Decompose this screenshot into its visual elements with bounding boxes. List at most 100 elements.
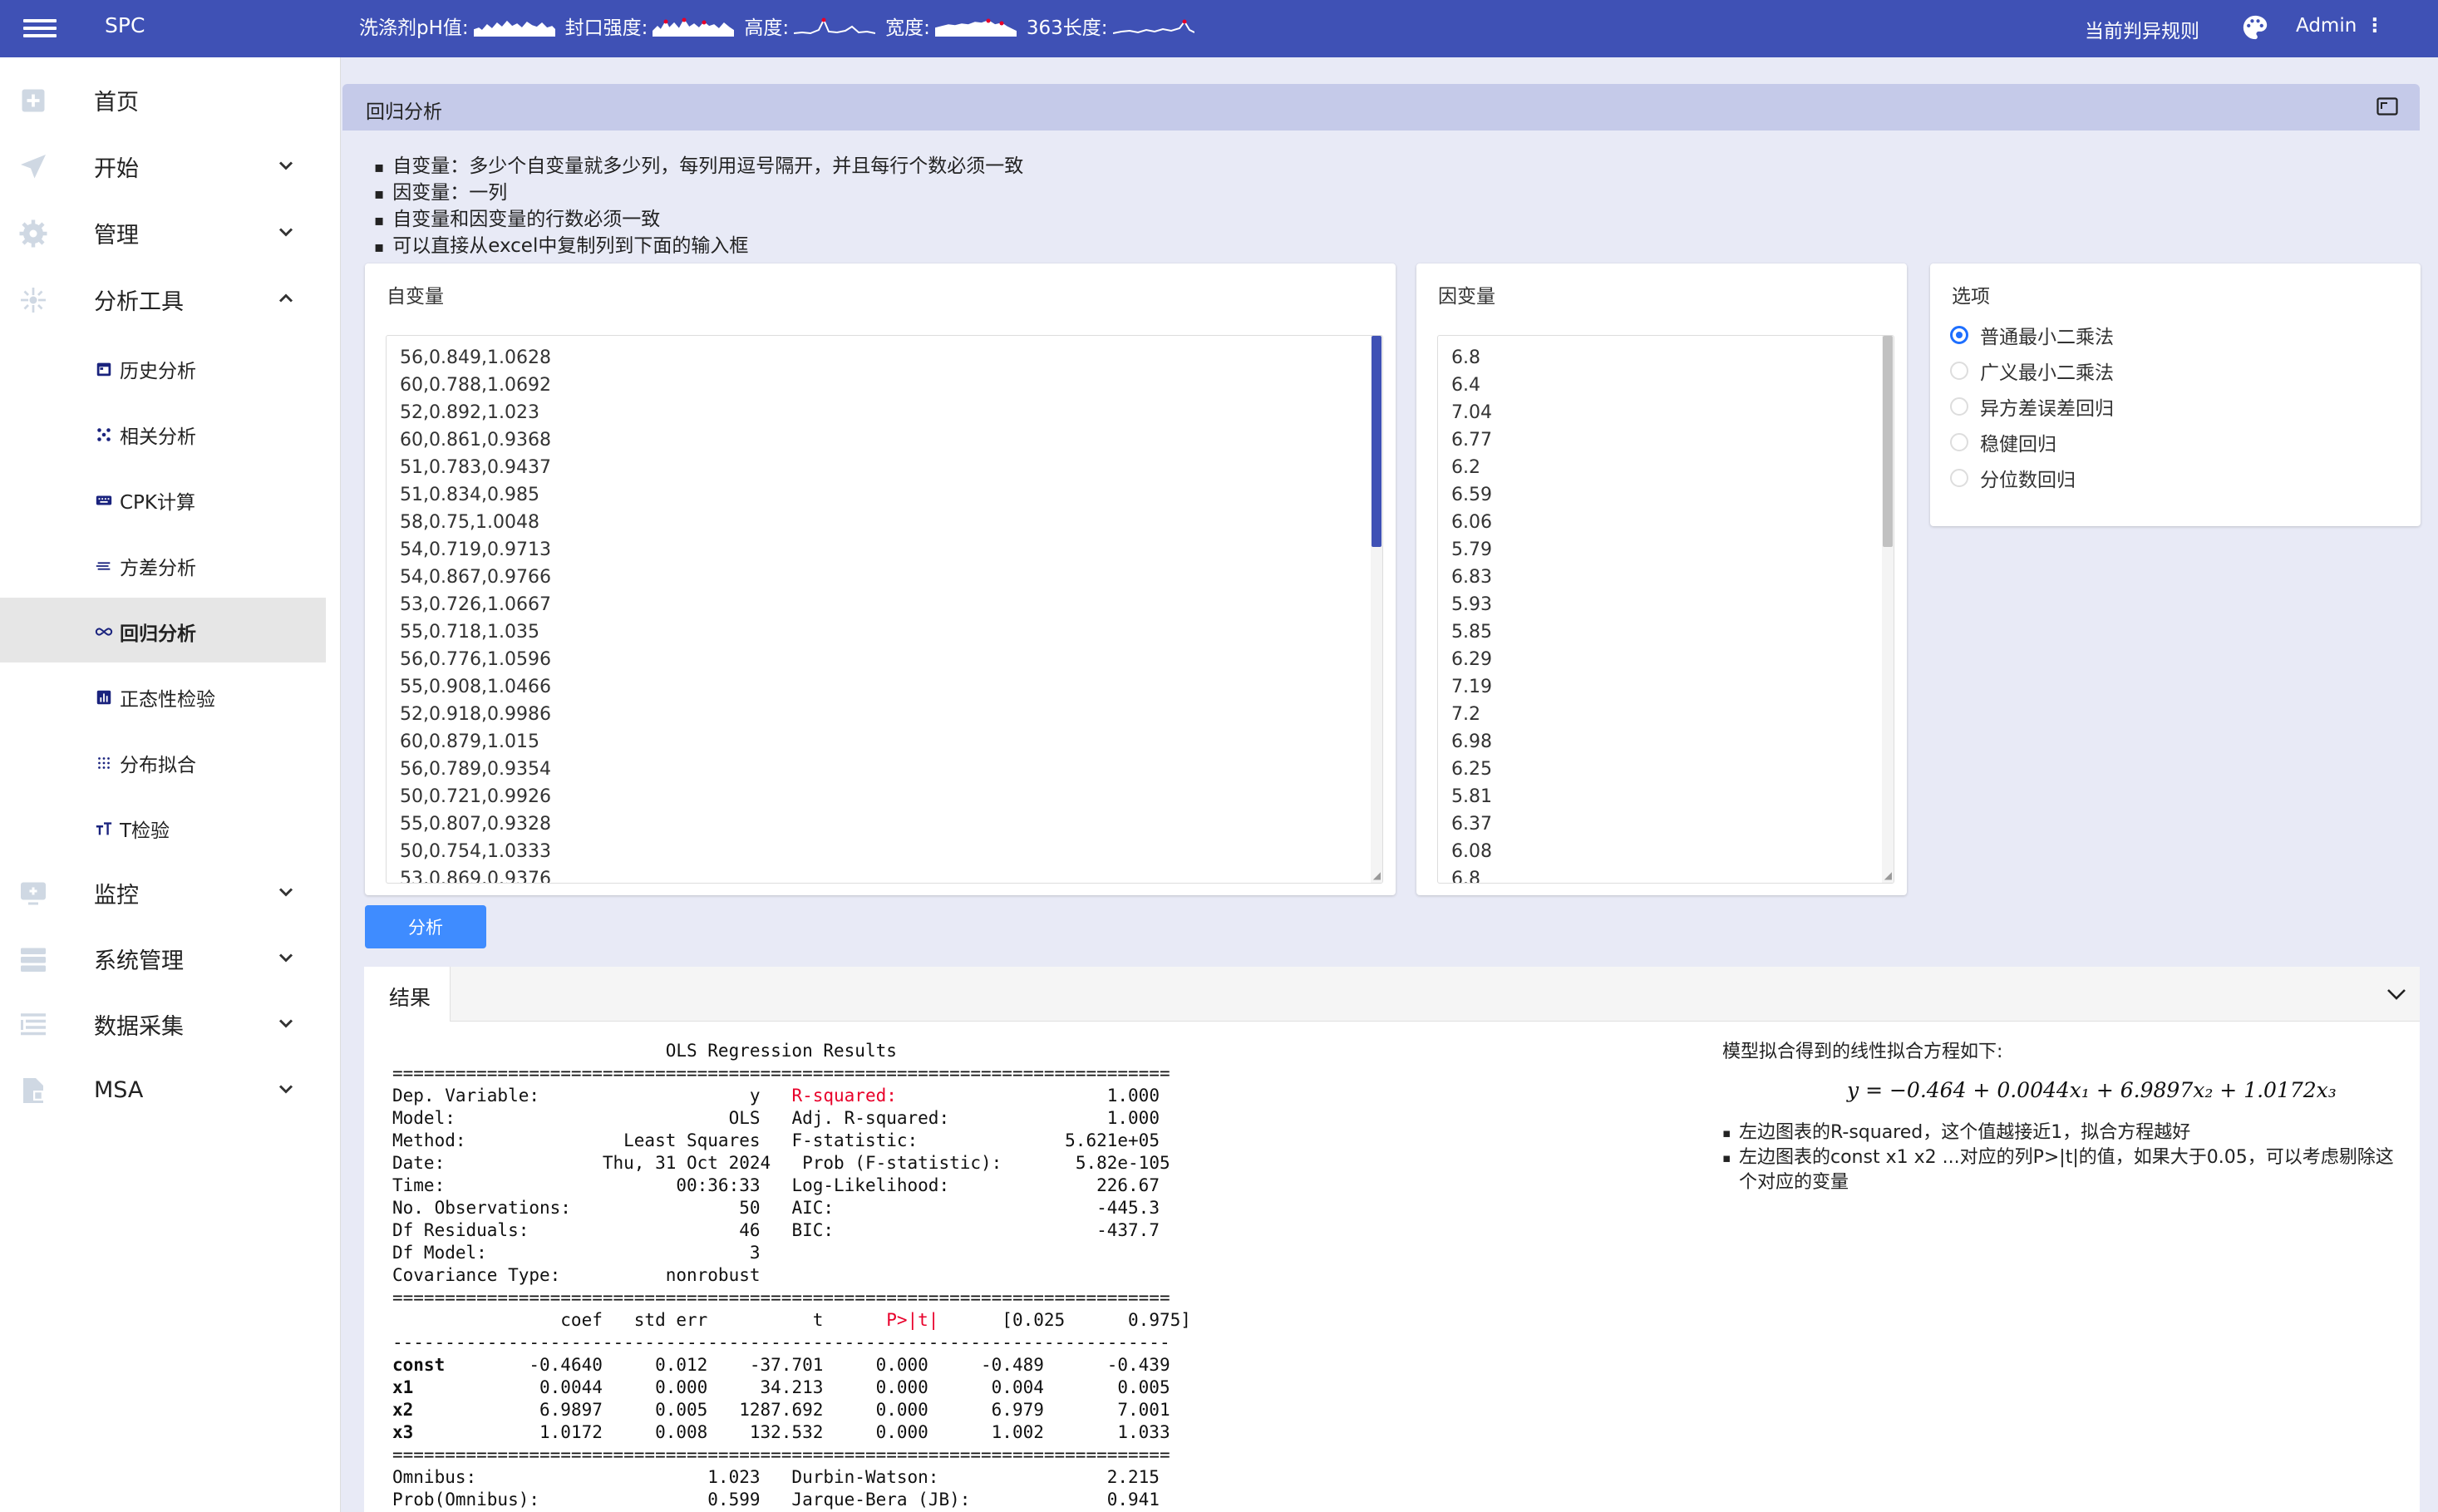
sidebar-item-analysis-tools[interactable]: 分析工具: [0, 267, 326, 332]
textarea-line: 55,0.807,0.9328: [400, 814, 551, 835]
radio-option[interactable]: 异方差误差回归: [1950, 392, 2114, 421]
sidebar-subitem-history[interactable]: 历史分析: [0, 335, 326, 400]
ols-line: Df Model: 3: [392, 1242, 1191, 1264]
sidebar-subitem-anova[interactable]: 方差分析: [0, 532, 326, 597]
scatter-icon: [97, 428, 111, 441]
scrollbar-thumb[interactable]: [1883, 336, 1893, 547]
metric-ph[interactable]: 洗涤剂pH值:: [359, 12, 555, 40]
ols-line: Omnibus: 1.023 Durbin-Watson: 2.215: [392, 1466, 1191, 1489]
sidebar-item-start[interactable]: 开始: [0, 134, 326, 199]
dependent-variable-textarea[interactable]: 6.8 6.4 7.04 6.77 6.2 6.59 6.06 5.79 6.83 5.93 5.8…: [1437, 335, 1894, 884]
ols-text: Covariance Type: nonrobust: [392, 1265, 792, 1285]
textarea-scrollbar[interactable]: [1371, 336, 1382, 883]
sidebar-item-manage[interactable]: 管理: [0, 200, 326, 265]
resize-handle-icon[interactable]: ◢: [1373, 869, 1381, 881]
card-title: 选项: [1952, 286, 1990, 308]
fullscreen-icon[interactable]: [2376, 97, 2398, 116]
radio-unchecked-icon[interactable]: [1950, 469, 1968, 487]
radio-unchecked-icon[interactable]: [1950, 397, 1968, 416]
radio-option[interactable]: 广义最小二乘法: [1950, 356, 2114, 386]
scrollbar-thumb[interactable]: [1372, 336, 1382, 547]
textarea-line: 6.8: [1451, 869, 1480, 884]
sidebar-item-label: 开始: [94, 155, 139, 182]
sidebar-item-data-collection[interactable]: 数据采集: [0, 992, 326, 1056]
ols-stat-label: Prob (F-statistic):: [802, 1153, 1023, 1173]
sidebar-item-label: 管理: [94, 222, 139, 249]
ols-stat-value: 226.67: [1012, 1175, 1160, 1195]
ols-text: coef std err t: [392, 1310, 887, 1330]
analyze-button[interactable]: 分析: [365, 905, 486, 948]
radio-unchecked-icon[interactable]: [1950, 362, 1968, 380]
sparkline-seal: [653, 17, 735, 37]
independent-variable-textarea[interactable]: 56,0.849,1.0628 60,0.788,1.0692 52,0.892,1…: [386, 335, 1383, 884]
radio-checked-icon[interactable]: [1950, 326, 1968, 344]
metric-width[interactable]: 宽度:: [885, 12, 1017, 40]
ols-stat-label: BIC:: [791, 1220, 1012, 1240]
ols-line: const -0.4640 0.012 -37.701 0.000 -0.489…: [392, 1354, 1191, 1377]
resize-handle-icon[interactable]: ◢: [1884, 869, 1892, 881]
metric-label: 封口强度:: [564, 17, 648, 39]
chevron-down-icon[interactable]: [2385, 985, 2408, 1003]
ols-text: Df Model: 3: [392, 1243, 792, 1263]
metric-label: 宽度:: [885, 17, 930, 39]
user-menu[interactable]: Admin ⋮: [2296, 15, 2384, 37]
textarea-line: 6.98: [1451, 731, 1492, 752]
sparkline-width: [934, 18, 1017, 37]
textarea-line: 53,0.869,0.9376: [400, 869, 551, 884]
metric-seal-strength[interactable]: 封口强度:: [565, 12, 735, 40]
metric-height[interactable]: 高度:: [744, 12, 876, 40]
ols-stat-value: 5.82e-105: [1022, 1153, 1170, 1173]
sidebar-subitem-label: 正态性检验: [120, 689, 215, 711]
textarea-scrollbar[interactable]: [1882, 336, 1894, 883]
radio-option[interactable]: 稳健回归: [1950, 427, 2056, 457]
chevron-down-icon: [278, 1085, 293, 1094]
textarea-line: 52,0.892,1.023: [400, 402, 539, 423]
instructions-list: 自变量：多少个自变量就多少列，每列用逗号隔开，并且每行个数必须一致 因变量：一列…: [374, 154, 1023, 260]
ols-coef-name: x1: [392, 1377, 498, 1397]
sidebar-item-msa[interactable]: MSA: [0, 1057, 326, 1122]
ols-separator: ========================================…: [392, 1063, 1170, 1083]
sidebar-subitem-t-test[interactable]: T检验: [0, 795, 326, 859]
ols-stat-label: F-statistic:: [791, 1130, 1012, 1150]
textarea-line: 6.59: [1451, 485, 1492, 505]
textarea-line: 54,0.719,0.9713: [400, 539, 551, 560]
ols-stat-value: 1.000: [1012, 1086, 1160, 1106]
sidebar-subitem-regression[interactable]: 回归分析: [0, 598, 326, 662]
sidebar-subitem-correlation[interactable]: 相关分析: [0, 401, 326, 465]
instruction-item: 因变量：一列: [374, 180, 1023, 207]
textarea-line: 56,0.789,0.9354: [400, 759, 551, 780]
ols-text: Date: Thu, 31 Oct 2024: [392, 1153, 803, 1173]
radio-option[interactable]: 分位数回归: [1950, 463, 2076, 493]
metric-sparklines: 洗涤剂pH值: 封口强度: 高度: 宽度: 363长度:: [359, 12, 1204, 40]
menu-icon[interactable]: [23, 15, 57, 42]
main-content: 回归分析 自变量：多少个自变量就多少列，每列用逗号隔开，并且每行个数必须一致 因…: [341, 57, 2438, 1512]
current-rule-link[interactable]: 当前判异规则: [2085, 15, 2199, 43]
ols-text: Omnibus: 1.023 Durbin-Watson: 2.215: [392, 1467, 1160, 1487]
textarea-line: 6.77: [1451, 430, 1492, 451]
ols-regression-table: OLS Regression Results ==================…: [392, 1040, 1191, 1511]
keyboard-icon: [96, 495, 112, 505]
send-icon: [21, 155, 46, 179]
dependent-variable-card: 因变量 6.8 6.4 7.04 6.77 6.2 6.59 6.06 5.79 6.83 5.9…: [1416, 263, 1907, 895]
tab-result[interactable]: 结果: [364, 967, 451, 1022]
metric-363-length[interactable]: 363长度:: [1027, 12, 1194, 40]
sidebar-item-monitor[interactable]: 监控: [0, 860, 326, 925]
ols-text: 0.0044 0.000 34.213 0.000 0.004 0.005: [497, 1377, 1170, 1397]
sidebar-item-label: 分析工具: [94, 288, 184, 315]
sidebar-item-label: 系统管理: [94, 948, 184, 974]
ols-line: Dep. Variable: y R-squared: 1.000: [392, 1085, 1191, 1107]
chevron-up-icon: [278, 293, 293, 303]
sidebar-item-home[interactable]: 首页: [0, 67, 326, 132]
ols-stat-value: -445.3: [1012, 1198, 1160, 1218]
sidebar-subitem-cpk[interactable]: CPK计算: [0, 466, 326, 531]
palette-icon[interactable]: [2241, 13, 2269, 42]
sidebar-subitem-normality[interactable]: 正态性检验: [0, 663, 326, 728]
sidebar-subitem-distribution-fit[interactable]: 分布拟合: [0, 729, 326, 794]
radio-unchecked-icon[interactable]: [1950, 433, 1968, 451]
sidebar-subitem-label: CPK计算: [120, 492, 196, 514]
textarea-line: 7.2: [1451, 704, 1480, 725]
radio-option[interactable]: 普通最小二乘法: [1950, 320, 2114, 350]
sidebar-item-system[interactable]: 系统管理: [0, 926, 326, 991]
calendar-icon: [96, 362, 111, 377]
textarea-line: 6.08: [1451, 841, 1492, 862]
